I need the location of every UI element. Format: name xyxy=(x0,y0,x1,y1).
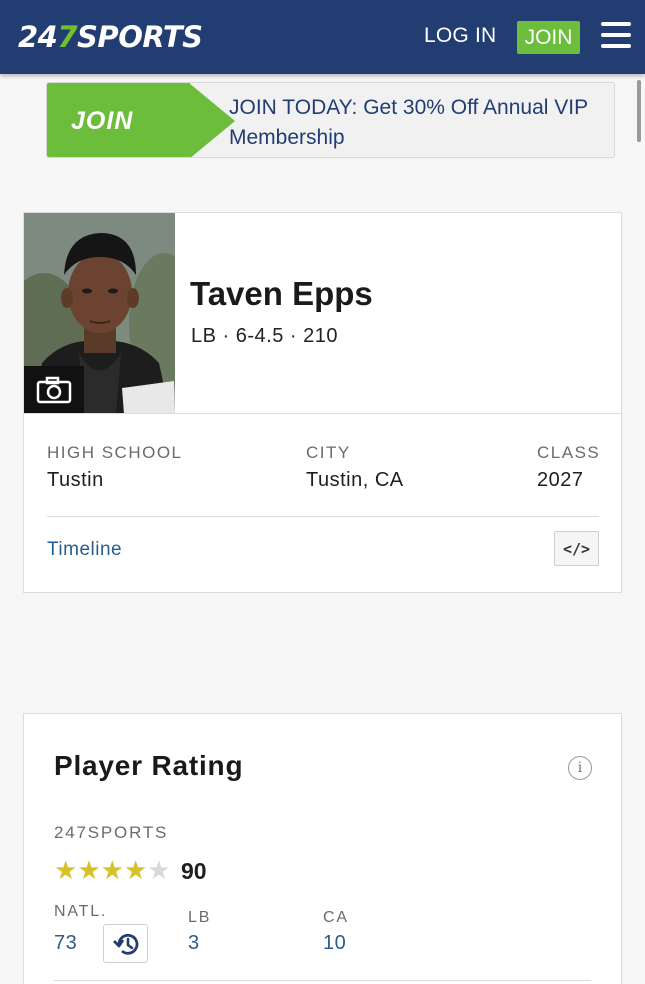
embed-code-button[interactable]: </> xyxy=(554,531,599,566)
logo-part-sports: SPORTS xyxy=(77,20,203,54)
rank-history-button[interactable] xyxy=(103,924,148,963)
menu-bar xyxy=(601,33,631,37)
vip-promo-banner[interactable]: JOIN JOIN TODAY: Get 30% Off Annual VIP … xyxy=(46,82,615,158)
camera-icon[interactable] xyxy=(24,366,84,414)
card-divider xyxy=(24,413,621,414)
player-position-size: LB · 6-4.5 · 210 xyxy=(191,325,338,347)
card-divider xyxy=(47,516,599,517)
menu-bar xyxy=(601,22,631,26)
state-rank-value[interactable]: 10 xyxy=(323,932,346,955)
city-value: Tustin, CA xyxy=(306,469,404,491)
logo-part-24: 24 xyxy=(18,20,58,54)
star-filled-icon: ★ xyxy=(123,855,148,885)
rating-score: 90 xyxy=(181,858,207,884)
national-rank-label: NATL. xyxy=(54,903,108,920)
site-header: 24 7 SPORTS LOG IN JOIN xyxy=(0,0,645,74)
class-value: 2027 xyxy=(537,469,584,491)
national-rank-value[interactable]: 73 xyxy=(54,932,77,955)
page-scrollbar[interactable] xyxy=(637,80,641,142)
hamburger-menu-icon[interactable] xyxy=(601,22,631,48)
position-rank-value[interactable]: 3 xyxy=(188,932,200,955)
menu-bar xyxy=(601,44,631,48)
high-school-label: HIGH SCHOOL xyxy=(47,443,183,462)
card-divider xyxy=(54,980,591,981)
star-rating: ★ ★ ★ ★ ★ xyxy=(54,856,171,884)
history-icon xyxy=(112,933,138,955)
state-rank-label: CA xyxy=(323,909,349,926)
player-profile-card: Taven Epps LB · 6-4.5 · 210 HIGH SCHOOL … xyxy=(23,212,622,593)
247sports-logo[interactable]: 24 7 SPORTS xyxy=(18,17,203,57)
city-label: CITY xyxy=(306,443,351,462)
high-school-value: Tustin xyxy=(47,469,104,491)
star-filled-icon: ★ xyxy=(100,855,124,885)
star-empty-icon: ★ xyxy=(147,855,171,885)
class-label: CLASS xyxy=(537,443,601,462)
logo-part-7: 7 xyxy=(57,20,78,54)
info-icon[interactable]: i xyxy=(568,756,592,780)
position-rank-label: LB xyxy=(188,909,212,926)
player-name: Taven Epps xyxy=(190,275,373,312)
timeline-link[interactable]: Timeline xyxy=(47,539,122,561)
star-filled-icon: ★ xyxy=(54,855,78,885)
log-in-link[interactable]: LOG IN xyxy=(424,24,496,48)
camera-icon-glyph xyxy=(36,376,72,404)
rating-source-label: 247SPORTS xyxy=(54,823,169,842)
player-rating-title: Player Rating xyxy=(54,750,244,781)
player-rating-card: Player Rating i 247SPORTS ★ ★ ★ ★ ★ 90 NATL.… xyxy=(23,713,622,984)
star-filled-icon: ★ xyxy=(77,855,101,885)
player-photo[interactable] xyxy=(24,213,175,414)
promo-text: JOIN TODAY: Get 30% Off Annual VIP Membe… xyxy=(229,96,588,149)
promo-join-label: JOIN xyxy=(71,107,134,135)
join-button[interactable]: JOIN xyxy=(517,21,580,54)
